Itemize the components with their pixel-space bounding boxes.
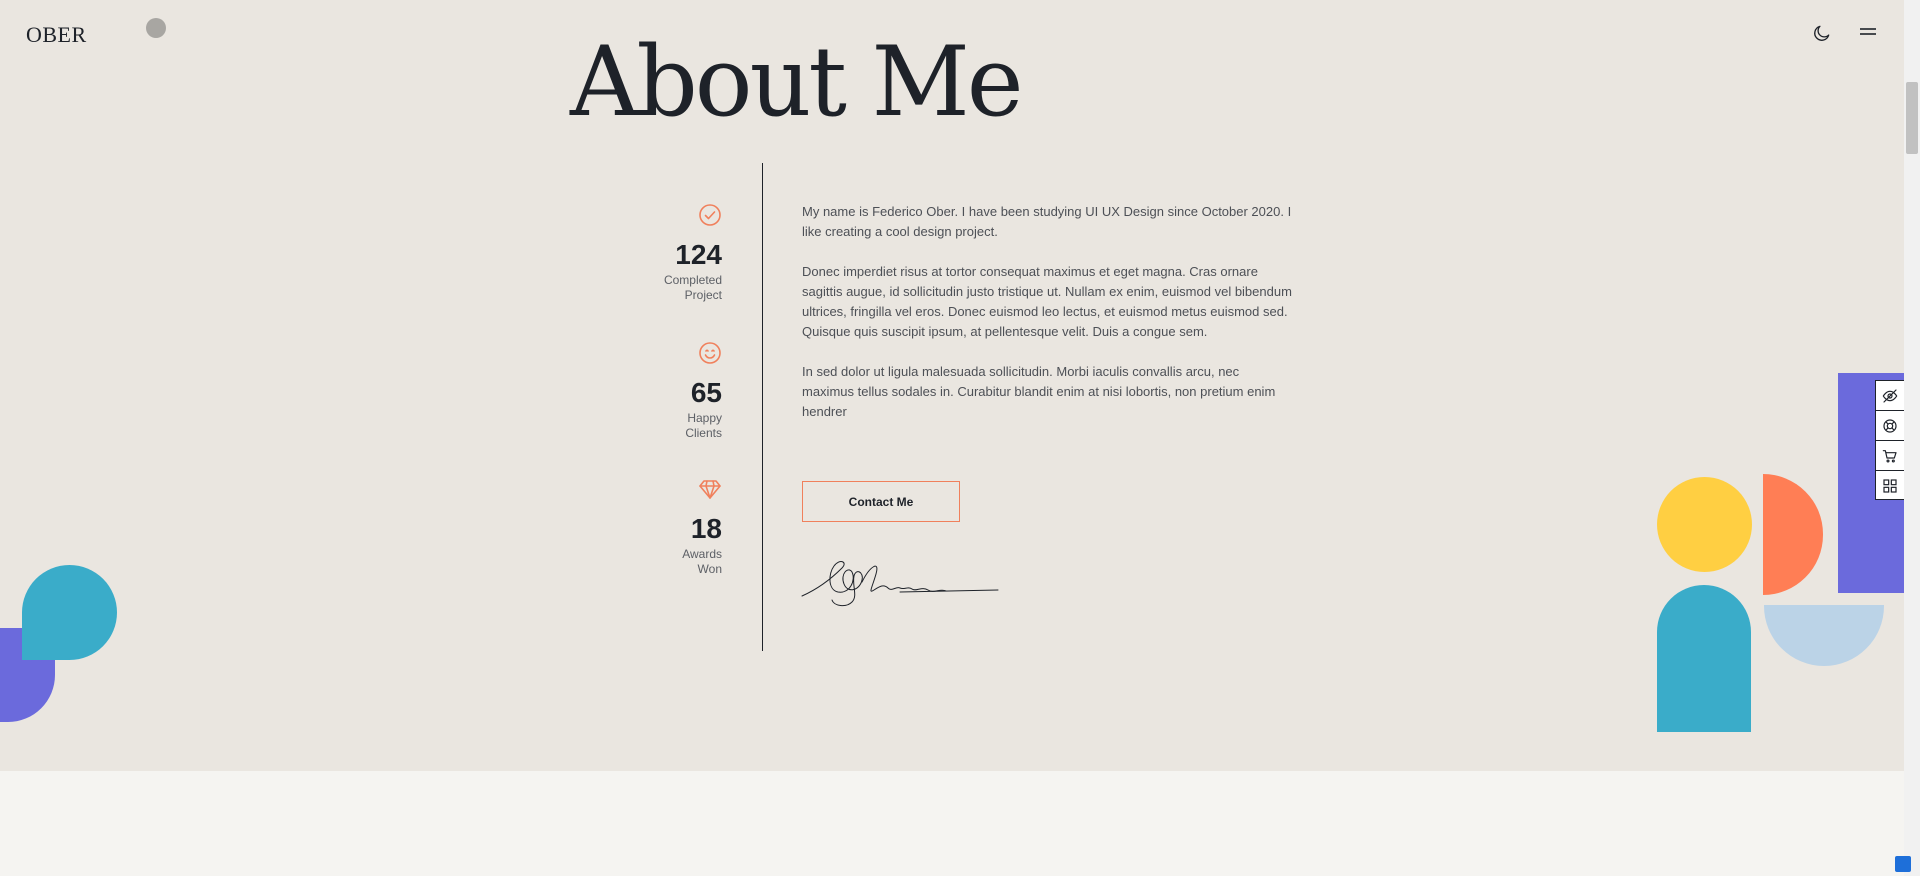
stat-label-line2: Won — [697, 561, 722, 576]
smiley-icon — [699, 342, 721, 364]
contact-me-button[interactable]: Contact Me — [802, 481, 960, 522]
check-circle-icon — [699, 204, 721, 226]
stat-value: 124 — [675, 239, 722, 270]
site-logo[interactable]: OBER — [26, 22, 87, 48]
vertical-divider — [762, 163, 763, 651]
decor-shape-lightblue-half — [1764, 605, 1884, 666]
signature-image — [801, 561, 999, 607]
next-section — [0, 771, 1904, 876]
eye-off-icon — [1882, 388, 1898, 403]
diamond-icon — [699, 480, 721, 499]
stat-completed-projects: 124 Completed Project — [602, 203, 722, 303]
corner-widget-icon[interactable] — [1895, 856, 1911, 872]
bio-paragraph: Donec imperdiet risus at tortor consequa… — [802, 264, 1292, 339]
side-toolbar-item-cart[interactable] — [1876, 441, 1904, 471]
decor-shape-teal-arch — [1657, 585, 1751, 732]
page-title: About Me — [570, 26, 1024, 138]
decor-shape-yellow-circle — [1657, 477, 1752, 572]
side-toolbar-item-support[interactable] — [1876, 411, 1904, 441]
grid-icon — [1883, 479, 1897, 493]
cursor-follower — [146, 18, 166, 38]
side-toolbar-item-preview[interactable] — [1876, 381, 1904, 411]
side-toolbar-item-grid[interactable] — [1876, 471, 1904, 501]
decor-shape-coral-half — [1763, 474, 1823, 595]
stat-label-line1: Completed — [663, 272, 722, 287]
support-icon — [1883, 418, 1897, 433]
decor-shape-teal-left — [22, 565, 117, 660]
cart-icon — [1882, 449, 1897, 463]
stat-awards-won: 18 Awards Won — [602, 477, 722, 577]
side-toolbar — [1875, 380, 1904, 500]
hamburger-menu-icon — [1860, 28, 1876, 35]
bio-paragraph: In sed dolor ut ligula malesuada sollici… — [802, 364, 1276, 419]
stat-label-line1: Awards — [682, 546, 722, 561]
scrollbar-thumb[interactable] — [1906, 82, 1918, 154]
stat-happy-clients: 65 Happy Clients — [602, 341, 722, 441]
menu-toggle-button[interactable] — [1857, 24, 1879, 42]
stat-label-line2: Project — [684, 287, 722, 302]
theme-toggle-button[interactable] — [1812, 23, 1832, 43]
stat-value: 18 — [690, 513, 722, 544]
stat-value: 65 — [690, 377, 722, 408]
stat-label-line2: Clients — [685, 425, 722, 440]
stat-label-line1: Happy — [687, 410, 722, 425]
bio-text: My name is Federico Ober. I have been st… — [802, 202, 1292, 442]
bio-paragraph: My name is Federico Ober. I have been st… — [802, 204, 1292, 239]
moon-icon — [1814, 25, 1830, 41]
